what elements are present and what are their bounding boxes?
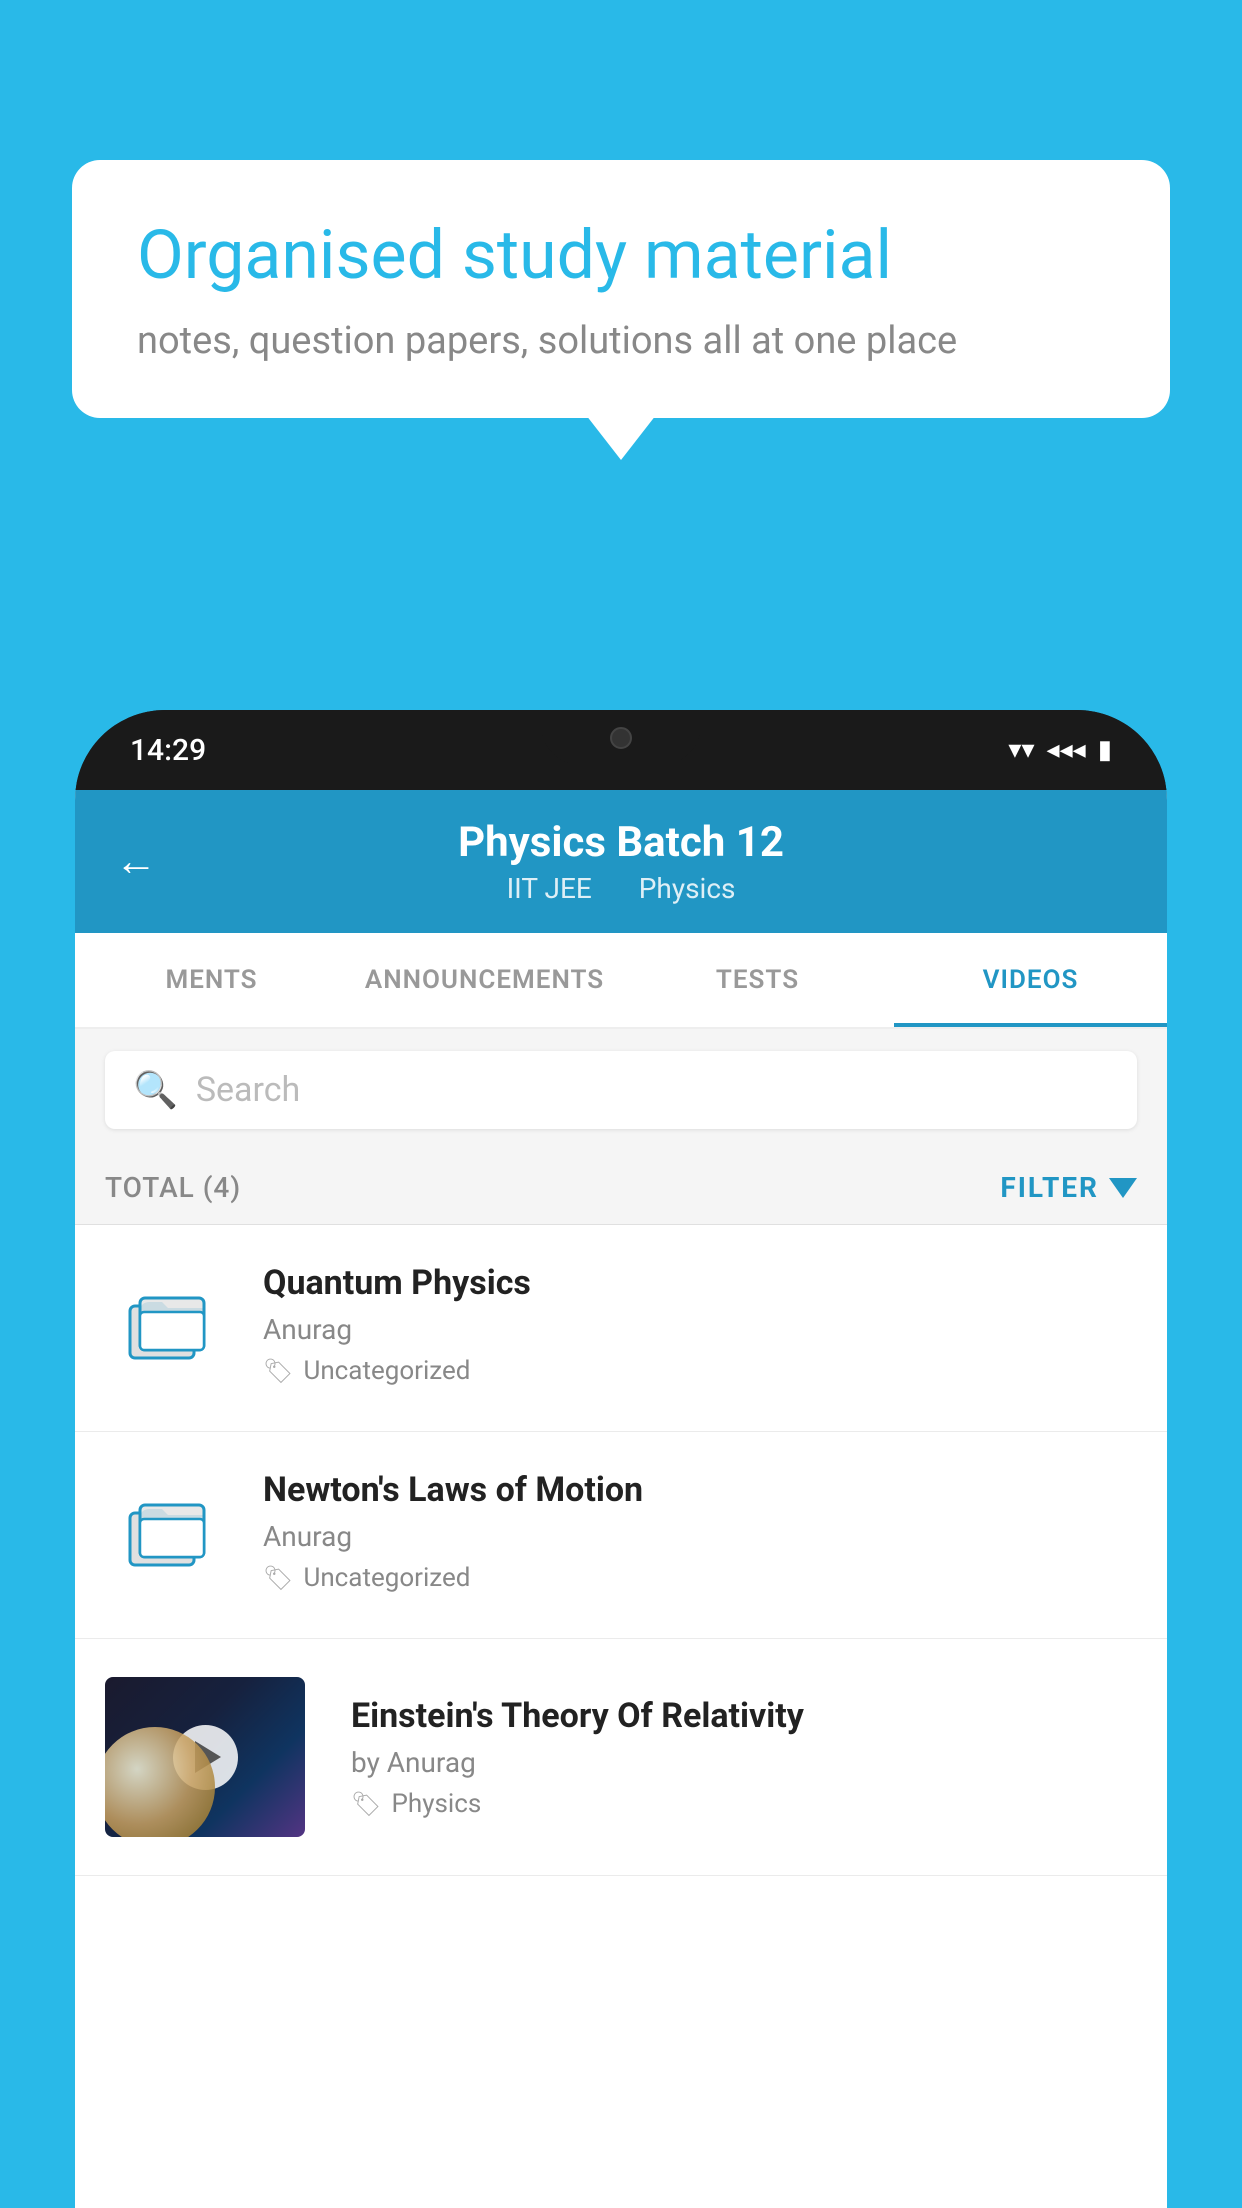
video-author-1: Anurag: [263, 1313, 1137, 1346]
folder-thumbnail-1: [105, 1263, 235, 1393]
phone-status-icons: ▾▾ ◂◂◂ ▮: [1008, 735, 1112, 765]
phone-camera: [610, 727, 632, 749]
video-title-3: Einstein's Theory Of Relativity: [351, 1696, 1137, 1736]
speech-bubble: Organised study material notes, question…: [72, 160, 1170, 418]
video-thumbnail-3: [105, 1677, 305, 1837]
video-author-2: Anurag: [263, 1520, 1137, 1553]
filter-icon: [1109, 1178, 1137, 1198]
video-info-2: Newton's Laws of Motion Anurag 🏷 Uncateg…: [263, 1470, 1137, 1593]
tag-icon: 🏷: [263, 1357, 293, 1385]
tab-videos[interactable]: VIDEOS: [894, 933, 1167, 1027]
search-icon: 🔍: [133, 1069, 178, 1111]
batch-title: Physics Batch 12: [115, 818, 1127, 867]
battery-icon: ▮: [1098, 735, 1112, 765]
tag-icon-3: 🏷: [351, 1790, 381, 1818]
filter-bar: TOTAL (4) FILTER: [75, 1151, 1167, 1225]
video-info-1: Quantum Physics Anurag 🏷 Uncategorized: [263, 1263, 1137, 1386]
batch-subtitle: IIT JEE Physics: [115, 872, 1127, 905]
phone-notch: [541, 710, 701, 765]
speech-bubble-section: Organised study material notes, question…: [72, 160, 1170, 418]
bubble-subtitle: notes, question papers, solutions all at…: [137, 319, 1105, 363]
signal-icon: ◂◂◂: [1047, 735, 1086, 765]
video-title-2: Newton's Laws of Motion: [263, 1470, 1137, 1510]
video-item-2[interactable]: Newton's Laws of Motion Anurag 🏷 Uncateg…: [75, 1432, 1167, 1639]
video-title-1: Quantum Physics: [263, 1263, 1137, 1303]
app-header: ← Physics Batch 12 IIT JEE Physics: [75, 790, 1167, 933]
video-item-3[interactable]: Einstein's Theory Of Relativity by Anura…: [75, 1639, 1167, 1876]
tabs-bar: MENTS ANNOUNCEMENTS TESTS VIDEOS: [75, 933, 1167, 1029]
video-tag-1: 🏷 Uncategorized: [263, 1356, 1137, 1386]
status-bar: 14:29 ▾▾ ◂◂◂ ▮: [75, 710, 1167, 790]
phone-frame: 14:29 ▾▾ ◂◂◂ ▮ ← Physics Batch 12 IIT JE…: [75, 710, 1167, 2208]
search-bar-container: 🔍 Search: [75, 1029, 1167, 1151]
phone-time: 14:29: [130, 733, 206, 768]
search-placeholder: Search: [196, 1070, 300, 1110]
subtitle-physics: Physics: [639, 872, 736, 905]
tab-announcements[interactable]: ANNOUNCEMENTS: [348, 933, 621, 1027]
wifi-icon: ▾▾: [1008, 735, 1034, 765]
tab-tests[interactable]: TESTS: [621, 933, 894, 1027]
video-tag-2: 🏷 Uncategorized: [263, 1563, 1137, 1593]
tag-icon-2: 🏷: [263, 1564, 293, 1592]
video-author-3: by Anurag: [351, 1746, 1137, 1779]
total-count: TOTAL (4): [105, 1171, 241, 1204]
video-info-3: Einstein's Theory Of Relativity by Anura…: [351, 1696, 1137, 1819]
filter-button[interactable]: FILTER: [1000, 1171, 1137, 1204]
folder-icon-2: [126, 1491, 214, 1579]
bubble-title: Organised study material: [137, 215, 1105, 297]
tab-ments[interactable]: MENTS: [75, 933, 348, 1027]
video-tag-3: 🏷 Physics: [351, 1789, 1137, 1819]
folder-icon: [126, 1284, 214, 1372]
subtitle-iitjee: IIT JEE: [507, 872, 592, 905]
back-button[interactable]: ←: [115, 837, 157, 886]
header-title-block: Physics Batch 12 IIT JEE Physics: [115, 818, 1127, 905]
search-bar[interactable]: 🔍 Search: [105, 1051, 1137, 1129]
video-item-1[interactable]: Quantum Physics Anurag 🏷 Uncategorized: [75, 1225, 1167, 1432]
app-content: ← Physics Batch 12 IIT JEE Physics MENTS…: [75, 790, 1167, 2208]
video-list: Quantum Physics Anurag 🏷 Uncategorized: [75, 1225, 1167, 1876]
folder-thumbnail-2: [105, 1470, 235, 1600]
